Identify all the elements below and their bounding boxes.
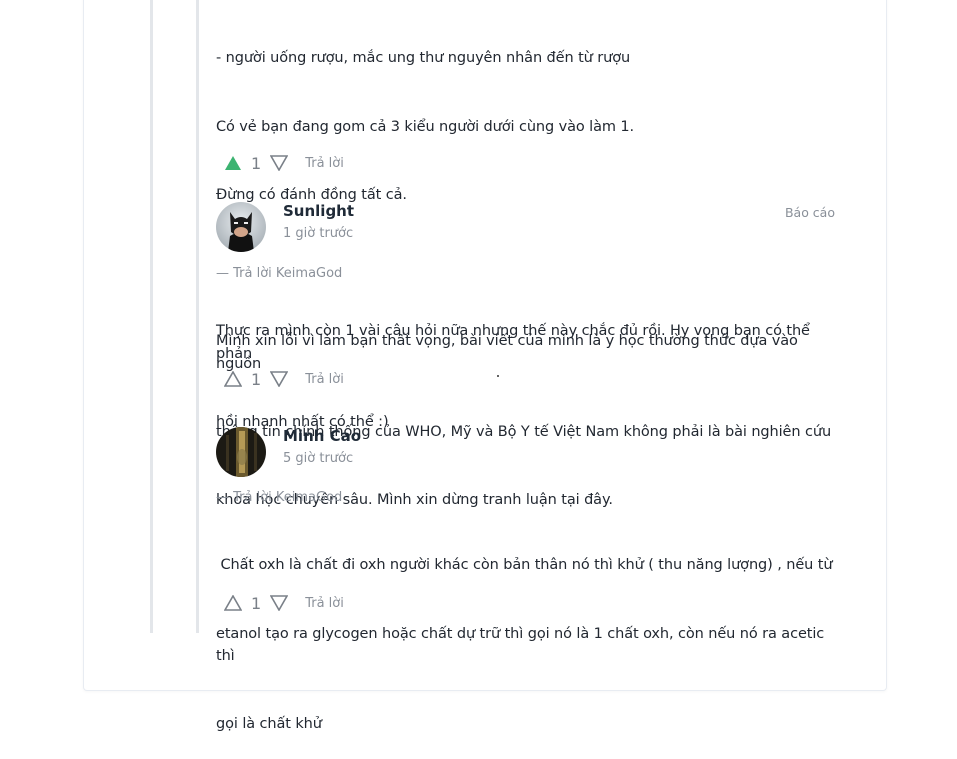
comment-line: Chất oxh là chất đi oxh người khác còn b… — [216, 557, 833, 574]
comment-header-minh-cao: Minh Cao 5 giờ trước — [216, 427, 838, 477]
top-comment-actions: 1 Trả lời — [223, 151, 344, 175]
comment-line: etanol tạo ra glycogen hoặc chất dự trữ … — [216, 625, 829, 665]
author-name[interactable]: Minh Cao — [283, 427, 361, 445]
comment-line: Có vẻ bạn đang gom cả 3 kiểu người dưới … — [216, 118, 635, 135]
comment-line: gọi là chất khử — [216, 716, 322, 733]
comment-timestamp: 5 giờ trước — [283, 451, 354, 466]
reply-to-label: — Trả lời KeimaGod — [216, 266, 343, 281]
downvote-icon[interactable] — [269, 153, 289, 173]
stray-dot — [497, 375, 499, 377]
downvote-icon[interactable] — [269, 369, 289, 389]
report-button[interactable]: Báo cáo — [785, 205, 835, 220]
upvote-icon[interactable] — [223, 153, 243, 173]
upvote-icon[interactable] — [223, 369, 243, 389]
thread-line-outer — [150, 0, 153, 633]
upvote-icon[interactable] — [223, 593, 243, 613]
reply-body-minh-cao: Chất oxh là chất đi oxh người khác còn b… — [216, 509, 846, 759]
reply-button[interactable]: Trả lời — [305, 156, 344, 171]
comment-line: - người uống rượu, mắc ung thư nguyên nh… — [216, 50, 631, 67]
reply-button[interactable]: Trả lời — [305, 596, 344, 611]
comment-header-sunlight: Sunlight 1 giờ trước Báo cáo — [216, 202, 838, 252]
reply-to-label: — Trả lời KeimaGod — [216, 490, 343, 505]
vote-count: 1 — [251, 153, 262, 173]
reply-actions-sunlight: 1 Trả lời — [223, 367, 344, 391]
author-name[interactable]: Sunlight — [283, 202, 354, 220]
batman-avatar-icon[interactable] — [216, 202, 266, 252]
comment-timestamp: 1 giờ trước — [283, 226, 354, 241]
user-photo-avatar-icon[interactable] — [216, 427, 266, 477]
reply-actions-minh-cao: 1 Trả lời — [223, 591, 344, 615]
thread-line-inner — [196, 0, 199, 633]
downvote-icon[interactable] — [269, 593, 289, 613]
vote-count: 1 — [251, 369, 262, 389]
vote-count: 1 — [251, 593, 262, 613]
reply-button[interactable]: Trả lời — [305, 372, 344, 387]
